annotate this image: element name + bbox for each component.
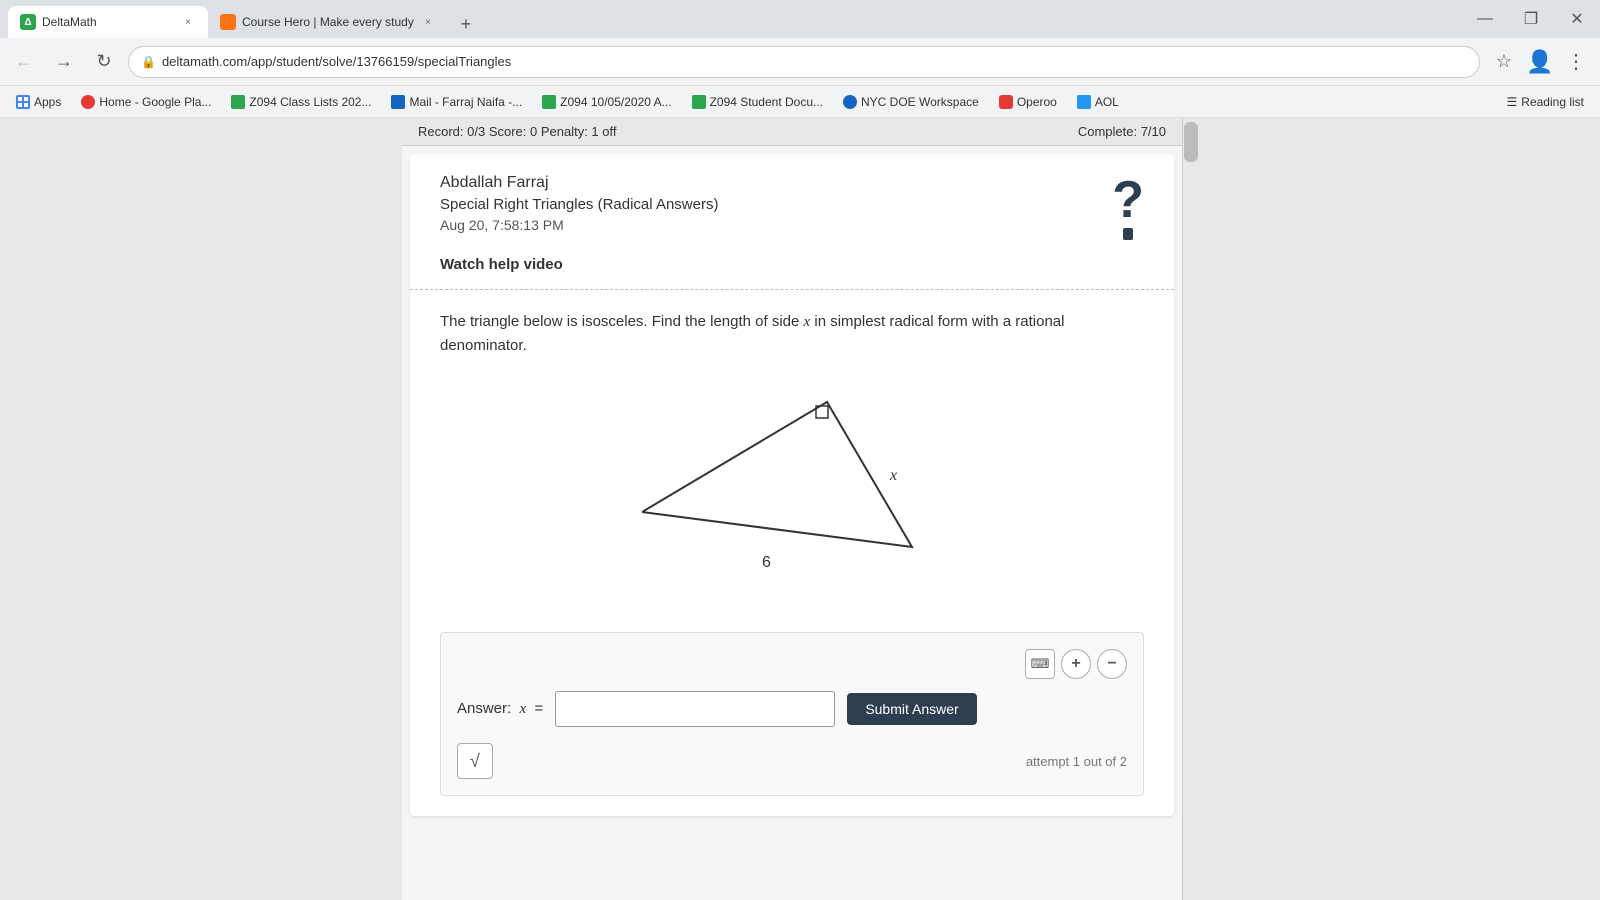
apps-icon [16, 95, 30, 109]
reading-list-icon: ☰ [1507, 95, 1518, 109]
x-label: x [889, 467, 897, 484]
bookmark-nyc-doe-label: NYC DOE Workspace [861, 95, 979, 109]
attempt-text: attempt 1 out of 2 [1026, 754, 1127, 769]
six-label: 6 [762, 554, 771, 571]
address-bar[interactable]: 🔒 deltamath.com/app/student/solve/137661… [128, 46, 1480, 78]
bookmark-mail[interactable]: Mail - Farraj Naifa -... [383, 91, 530, 113]
tab-deltamath-label: DeltaMath [42, 15, 174, 29]
maximize-button[interactable]: ❐ [1508, 0, 1554, 38]
page-content: Record: 0/3 Score: 0 Penalty: 1 off Comp… [0, 118, 1600, 900]
deltamath-favicon: Δ [20, 14, 36, 30]
navbar: ← → ↻ 🔒 deltamath.com/app/student/solve/… [0, 38, 1600, 86]
help-button[interactable]: ? [1112, 174, 1144, 240]
close-button[interactable]: ✕ [1554, 0, 1600, 38]
forward-button[interactable]: → [48, 46, 80, 78]
refresh-button[interactable]: ↻ [88, 46, 120, 78]
bookmark-reading-list[interactable]: ☰ Reading list [1499, 91, 1592, 113]
assignment-title: Special Right Triangles (Radical Answers… [440, 196, 718, 213]
z094-class-icon [231, 95, 245, 109]
bookmark-z094-student[interactable]: Z094 Student Docu... [684, 91, 831, 113]
operoo-icon [999, 95, 1013, 109]
answer-row: Answer: x = Submit Answer [457, 691, 1127, 727]
triangle-diagram: x 6 [440, 382, 1144, 602]
bookmark-z094-10-label: Z094 10/05/2020 A... [560, 95, 671, 109]
answer-area: ⌨ + − Answer: x = Submit Answer √ attemp… [440, 632, 1144, 796]
student-name: Abdallah Farraj [440, 174, 718, 192]
bookmark-button[interactable]: ☆ [1488, 46, 1520, 78]
answer-equals: = [535, 700, 544, 717]
bookmark-operoo-label: Operoo [1017, 95, 1057, 109]
answer-label: Answer: x = [457, 700, 543, 718]
record-bar-left: Record: 0/3 Score: 0 Penalty: 1 off [418, 124, 617, 139]
answer-input[interactable] [555, 691, 835, 727]
bookmark-z094-student-label: Z094 Student Docu... [710, 95, 823, 109]
main-panel: Record: 0/3 Score: 0 Penalty: 1 off Comp… [402, 118, 1182, 900]
question-mark-icon: ? [1112, 174, 1144, 226]
bookmark-z094-class[interactable]: Z094 Class Lists 202... [223, 91, 379, 113]
zoom-in-button[interactable]: + [1061, 649, 1091, 679]
back-button[interactable]: ← [8, 46, 40, 78]
keyboard-button[interactable]: ⌨ [1025, 649, 1055, 679]
answer-label-text: Answer: [457, 700, 511, 717]
window-controls: — ❐ ✕ [1462, 0, 1600, 38]
bookmark-operoo[interactable]: Operoo [991, 91, 1065, 113]
bookmark-z094-10[interactable]: Z094 10/05/2020 A... [534, 91, 679, 113]
answer-variable: x [520, 701, 527, 717]
bookmark-apps[interactable]: Apps [8, 91, 69, 113]
nyc-doe-icon [843, 95, 857, 109]
bookmark-aol-label: AOL [1095, 95, 1119, 109]
z094-student-icon [692, 95, 706, 109]
bookmark-nyc-doe[interactable]: NYC DOE Workspace [835, 91, 987, 113]
menu-button[interactable]: ⋮ [1560, 46, 1592, 78]
checkmark-button[interactable]: √ [457, 743, 493, 779]
submit-button[interactable]: Submit Answer [847, 693, 976, 725]
timestamp: Aug 20, 7:58:13 PM [440, 217, 718, 233]
bookmark-mail-label: Mail - Farraj Naifa -... [409, 95, 522, 109]
divider [410, 289, 1174, 290]
aol-icon [1077, 95, 1091, 109]
record-bar-right: Complete: 7/10 [1078, 124, 1166, 139]
zoom-out-button[interactable]: − [1097, 649, 1127, 679]
address-text: deltamath.com/app/student/solve/13766159… [162, 54, 1467, 69]
tab-coursehero[interactable]: Course Hero | Make every study × [208, 6, 448, 38]
tab-deltamath[interactable]: Δ DeltaMath × [8, 6, 208, 38]
mail-icon [391, 95, 405, 109]
nav-actions: ☆ 👤 ⋮ [1488, 46, 1592, 78]
scrollbar-thumb[interactable] [1184, 122, 1198, 162]
answer-toolbar: ⌨ + − [457, 649, 1127, 679]
tab-deltamath-close[interactable]: × [180, 14, 196, 30]
new-tab-button[interactable]: + [452, 10, 480, 38]
question-area: Abdallah Farraj Special Right Triangles … [410, 154, 1174, 816]
problem-text-before: The triangle below is isosceles. Find th… [440, 313, 804, 330]
google-play-icon [81, 95, 95, 109]
coursehero-favicon [220, 14, 236, 30]
bookmark-google-play-label: Home - Google Pla... [99, 95, 211, 109]
z094-10-icon [542, 95, 556, 109]
bookmark-google-play[interactable]: Home - Google Pla... [73, 91, 219, 113]
titlebar: Δ DeltaMath × Course Hero | Make every s… [0, 0, 1600, 38]
bookmark-apps-label: Apps [34, 95, 61, 109]
scrollbar[interactable] [1182, 118, 1198, 900]
student-info: Abdallah Farraj Special Right Triangles … [440, 174, 718, 233]
watch-video-link[interactable]: Watch help video [440, 256, 1144, 273]
question-mark-dot [1123, 228, 1133, 240]
bookmark-aol[interactable]: AOL [1069, 91, 1127, 113]
triangle-shape [642, 402, 912, 547]
tab-coursehero-label: Course Hero | Make every study [242, 15, 414, 29]
bookmark-reading-list-label: Reading list [1521, 95, 1584, 109]
profile-button[interactable]: 👤 [1524, 46, 1556, 78]
bookmark-z094-class-label: Z094 Class Lists 202... [249, 95, 371, 109]
question-header: Abdallah Farraj Special Right Triangles … [440, 174, 1144, 240]
record-bar: Record: 0/3 Score: 0 Penalty: 1 off Comp… [402, 118, 1182, 146]
bookmarks-bar: Apps Home - Google Pla... Z094 Class Lis… [0, 86, 1600, 118]
minimize-button[interactable]: — [1462, 0, 1508, 38]
problem-text: The triangle below is isosceles. Find th… [440, 310, 1144, 358]
lock-icon: 🔒 [141, 55, 156, 69]
tab-coursehero-close[interactable]: × [420, 14, 436, 30]
triangle-svg: x 6 [642, 382, 942, 602]
check-row: √ attempt 1 out of 2 [457, 743, 1127, 779]
